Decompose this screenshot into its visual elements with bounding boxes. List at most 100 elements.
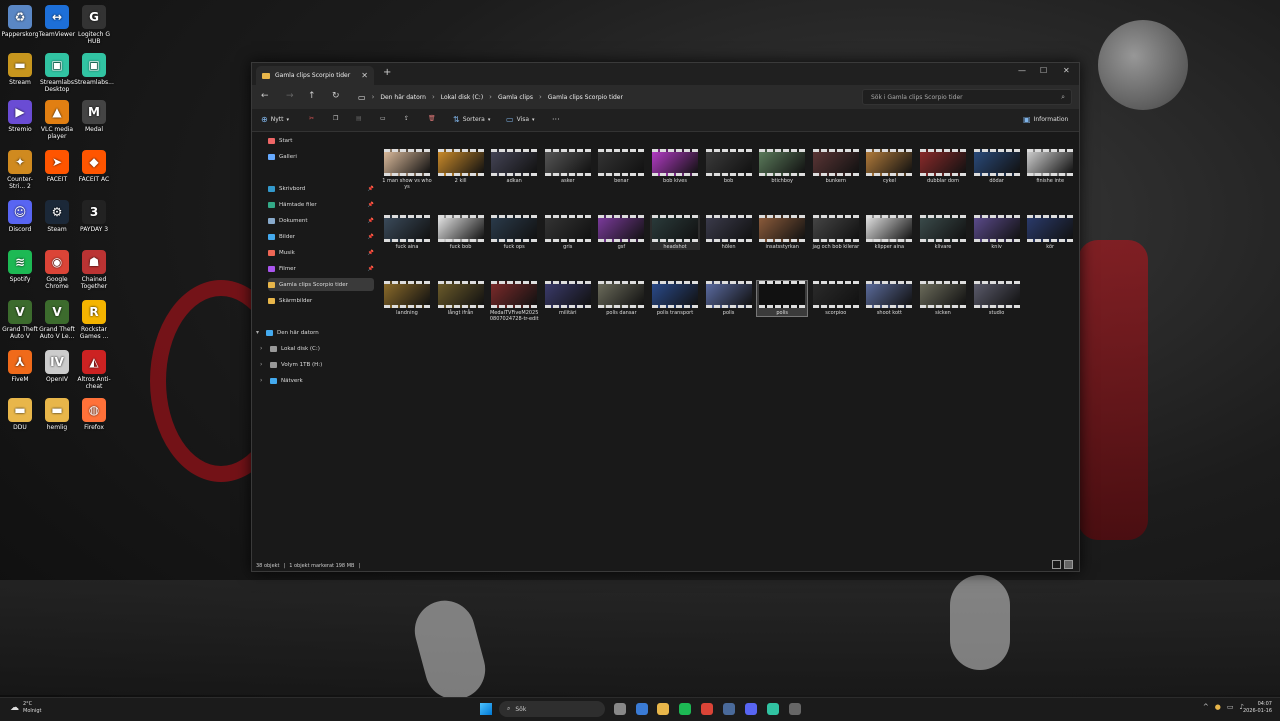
refresh-icon[interactable]: ↻: [332, 91, 340, 101]
video-file[interactable]: landning: [382, 281, 432, 316]
desktop-shortcut[interactable]: ↔ TeamViewer: [37, 5, 77, 38]
video-file[interactable]: militäri: [543, 281, 593, 316]
breadcrumb-item[interactable]: Gamla clips: [498, 94, 533, 101]
new-button[interactable]: ⊕ Nytt ▾: [261, 115, 289, 124]
expand-chevron-icon[interactable]: ›: [260, 377, 268, 384]
forward-icon[interactable]: →: [286, 91, 294, 101]
video-file[interactable]: polis transport: [650, 281, 700, 316]
desktop-shortcut[interactable]: ⚙ Steam: [37, 200, 77, 233]
sidebar-item[interactable]: Galleri: [268, 150, 374, 163]
video-file[interactable]: finishe inte: [1025, 149, 1075, 184]
file-explorer-icon[interactable]: [657, 703, 669, 715]
discord-icon[interactable]: [745, 703, 757, 715]
chrome-icon[interactable]: [701, 703, 713, 715]
network-icon[interactable]: ▭: [1227, 703, 1234, 711]
video-file[interactable]: gris: [543, 215, 593, 250]
video-file[interactable]: insatsstyrkan: [757, 215, 807, 250]
new-tab-icon[interactable]: +: [383, 67, 391, 78]
video-file[interactable]: jag och bob kilerar: [811, 215, 861, 250]
sort-button[interactable]: ⇅ Sortera ▾: [453, 115, 490, 124]
sidebar-item[interactable]: Bilder 📌: [268, 230, 374, 243]
desktop-shortcut[interactable]: 3 PAYDAY 3: [74, 200, 114, 233]
video-file[interactable]: cykel: [864, 149, 914, 184]
paste-icon[interactable]: ▤: [356, 115, 362, 122]
desktop-shortcut[interactable]: ➤ FACEIT: [37, 150, 77, 183]
desktop-shortcut[interactable]: ▶ Stremio: [0, 100, 40, 133]
video-file[interactable]: sicken: [918, 281, 968, 316]
chevron-up-icon[interactable]: ^: [1203, 703, 1209, 711]
sidebar-item[interactable]: Start: [268, 134, 374, 147]
desktop-shortcut[interactable]: ⅄ FiveM: [0, 350, 40, 383]
video-file[interactable]: btichboy: [757, 149, 807, 184]
up-icon[interactable]: ↑: [308, 91, 316, 101]
desktop-shortcut[interactable]: M Medal: [74, 100, 114, 133]
video-file[interactable]: kniv: [972, 215, 1022, 250]
widgets-icon[interactable]: [636, 703, 648, 715]
details-view-icon[interactable]: [1052, 560, 1061, 569]
sidebar-item[interactable]: Dokument 📌: [268, 214, 374, 227]
share-icon[interactable]: ⇪: [404, 115, 409, 122]
desktop-shortcut[interactable]: ♻ Papperskorg: [0, 5, 40, 38]
video-file[interactable]: benar: [596, 149, 646, 184]
sidebar-item[interactable]: Skärmbilder: [268, 294, 374, 307]
more-options-icon[interactable]: ···: [552, 115, 560, 124]
video-file[interactable]: polis dansar: [596, 281, 646, 316]
desktop-shortcut[interactable]: ▣ Streamlabs...: [74, 53, 114, 86]
sidebar-item[interactable]: Filmer 📌: [268, 262, 374, 275]
weather-widget[interactable]: ☁ 2°C Molnigt: [10, 701, 41, 715]
tab-gamla-clips[interactable]: Gamla clips Scorpio tider ✕: [256, 66, 374, 85]
desktop-shortcut[interactable]: ◆ FACEIT AC: [74, 150, 114, 183]
desktop-shortcut[interactable]: IV OpenIV: [37, 350, 77, 383]
video-file[interactable]: klipper aina: [864, 215, 914, 250]
expand-chevron-icon[interactable]: ▾: [256, 329, 264, 336]
desktop-shortcut[interactable]: ☗ Chained Together: [74, 250, 114, 290]
video-file[interactable]: MedalTVFiveM20250807024728-tr-edit: [489, 281, 539, 322]
taskbar-search[interactable]: ⌕ Sök: [499, 701, 605, 717]
desktop-shortcut[interactable]: ◍ Firefox: [74, 398, 114, 431]
desktop-shortcut[interactable]: R Rockstar Games ...: [74, 300, 114, 340]
video-file[interactable]: hölen: [704, 215, 754, 250]
copy-icon[interactable]: ❐: [333, 115, 338, 122]
video-file[interactable]: bob: [704, 149, 754, 184]
video-file[interactable]: asker: [543, 149, 593, 184]
video-file[interactable]: klivare: [918, 215, 968, 250]
desktop-shortcut[interactable]: ☺ Discord: [0, 200, 40, 233]
sidebar-item[interactable]: › Volym 1TB (H:): [256, 358, 362, 371]
sidebar-item[interactable]: Hämtade filer 📌: [268, 198, 374, 211]
video-file[interactable]: kör: [1025, 215, 1075, 250]
video-file[interactable]: polis: [756, 280, 809, 317]
close-icon[interactable]: ✕: [1063, 66, 1070, 75]
desktop-shortcut[interactable]: ▬ DDU: [0, 398, 40, 431]
sidebar-item[interactable]: ▾ Den här datorn: [256, 326, 362, 339]
sidebar-item[interactable]: › Lokal disk (C:): [256, 342, 362, 355]
spotify-icon[interactable]: [679, 703, 691, 715]
desktop-shortcut[interactable]: V Grand Theft Auto V: [0, 300, 40, 340]
breadcrumb-item[interactable]: Lokal disk (C:): [441, 94, 483, 101]
video-file[interactable]: bob kives: [650, 149, 700, 184]
steam-icon[interactable]: [723, 703, 735, 715]
minimize-icon[interactable]: —: [1018, 66, 1026, 75]
desktop-shortcut[interactable]: ▣ Streamlabs Desktop: [37, 53, 77, 93]
video-file[interactable]: polis: [704, 281, 754, 316]
video-file[interactable]: studio: [972, 281, 1022, 316]
desktop-shortcut[interactable]: ▬ hemlig: [37, 398, 77, 431]
maximize-icon[interactable]: ☐: [1040, 66, 1047, 75]
mic-icon[interactable]: ●: [1215, 703, 1221, 711]
video-file[interactable]: shoot kott: [864, 281, 914, 316]
medal-icon[interactable]: [789, 703, 801, 715]
video-file[interactable]: fuck ops: [489, 215, 539, 250]
task-view-icon[interactable]: [614, 703, 626, 715]
desktop-shortcut[interactable]: ▬ Stream: [0, 53, 40, 86]
video-file[interactable]: 1 man show vs whoys: [382, 149, 432, 190]
view-button[interactable]: ▭ Visa ▾: [506, 115, 535, 124]
desktop-shortcut[interactable]: ≋ Spotify: [0, 250, 40, 283]
video-file[interactable]: adkan: [489, 149, 539, 184]
video-file[interactable]: fuck bob: [436, 215, 486, 250]
desktop-shortcut[interactable]: G Logitech G HUB: [74, 5, 114, 45]
video-file[interactable]: gsf: [596, 215, 646, 250]
delete-icon[interactable]: 🗑: [428, 115, 436, 122]
streamlabs-icon[interactable]: [767, 703, 779, 715]
expand-chevron-icon[interactable]: ›: [260, 345, 268, 352]
sidebar-item[interactable]: Skrivbord 📌: [268, 182, 374, 195]
video-file[interactable]: långt ifrån: [436, 281, 486, 316]
